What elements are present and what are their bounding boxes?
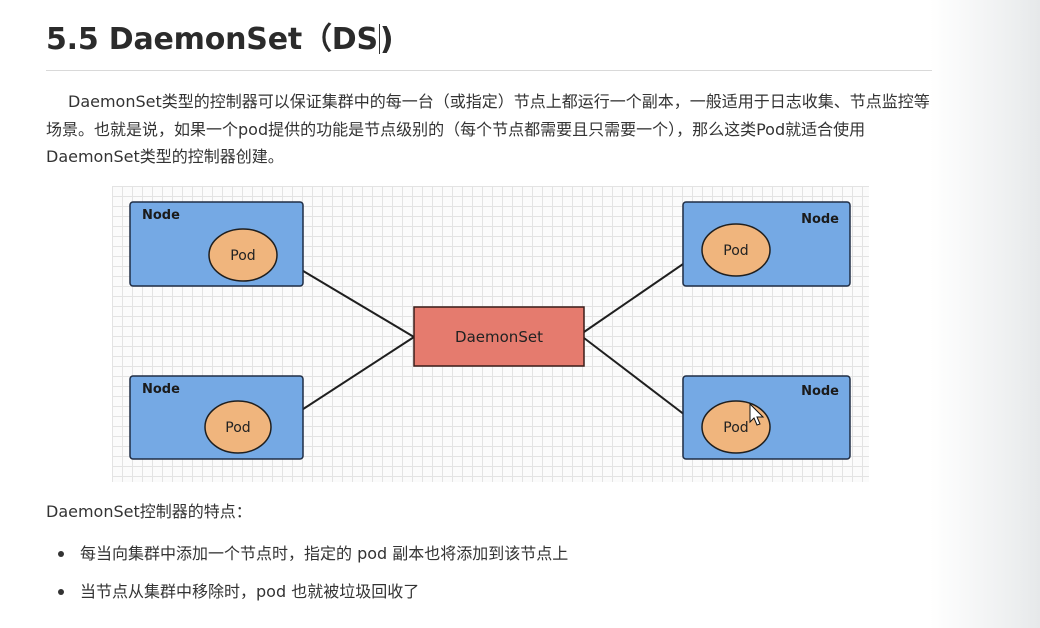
node-label: Node [142, 382, 180, 397]
diagram-svg: Node Pod Node Pod Node Pod Node Pod Daem… [129, 201, 851, 460]
pod-label: Pod [723, 420, 748, 436]
right-edge-shade [930, 0, 1040, 628]
node-label: Node [801, 384, 839, 399]
title-divider [46, 70, 932, 71]
intro-paragraph: DaemonSet类型的控制器可以保证集群中的每一台（或指定）节点上都运行一个副… [46, 92, 930, 166]
list-item: 每当向集群中添加一个节点时，指定的 pod 副本也将添加到该节点上 [46, 536, 568, 574]
bullet-icon [58, 551, 64, 557]
node-label: Node [142, 208, 180, 223]
daemonset-diagram: Node Pod Node Pod Node Pod Node Pod Daem… [112, 186, 869, 482]
daemonset-box: DaemonSet [413, 306, 585, 367]
node-top-right: Node Pod [682, 201, 851, 287]
node-bottom-left: Node Pod [129, 375, 304, 460]
node-top-left: Node Pod [129, 201, 304, 287]
page-title-text: 5.5 DaemonSet（DS [46, 22, 378, 57]
bullet-icon [58, 589, 64, 595]
features-list: 每当向集群中添加一个节点时，指定的 pod 副本也将添加到该节点上 当节点从集群… [46, 536, 568, 612]
pod-label: Pod [723, 243, 748, 259]
feature-text: 当节点从集群中移除时，pod 也就被垃圾回收了 [80, 582, 420, 601]
pod-label: Pod [225, 420, 250, 436]
feature-text: 每当向集群中添加一个节点时，指定的 pod 副本也将添加到该节点上 [80, 544, 569, 563]
pod-label: Pod [230, 248, 255, 264]
node-label: Node [801, 212, 839, 227]
page-title-end: ) [379, 22, 394, 57]
page-title: 5.5 DaemonSet（DS) [46, 14, 394, 58]
node-bottom-right: Node Pod [682, 375, 851, 460]
list-item: 当节点从集群中移除时，pod 也就被垃圾回收了 [46, 574, 568, 612]
daemonset-label: DaemonSet [455, 328, 543, 346]
features-title: DaemonSet控制器的特点： [46, 502, 252, 521]
